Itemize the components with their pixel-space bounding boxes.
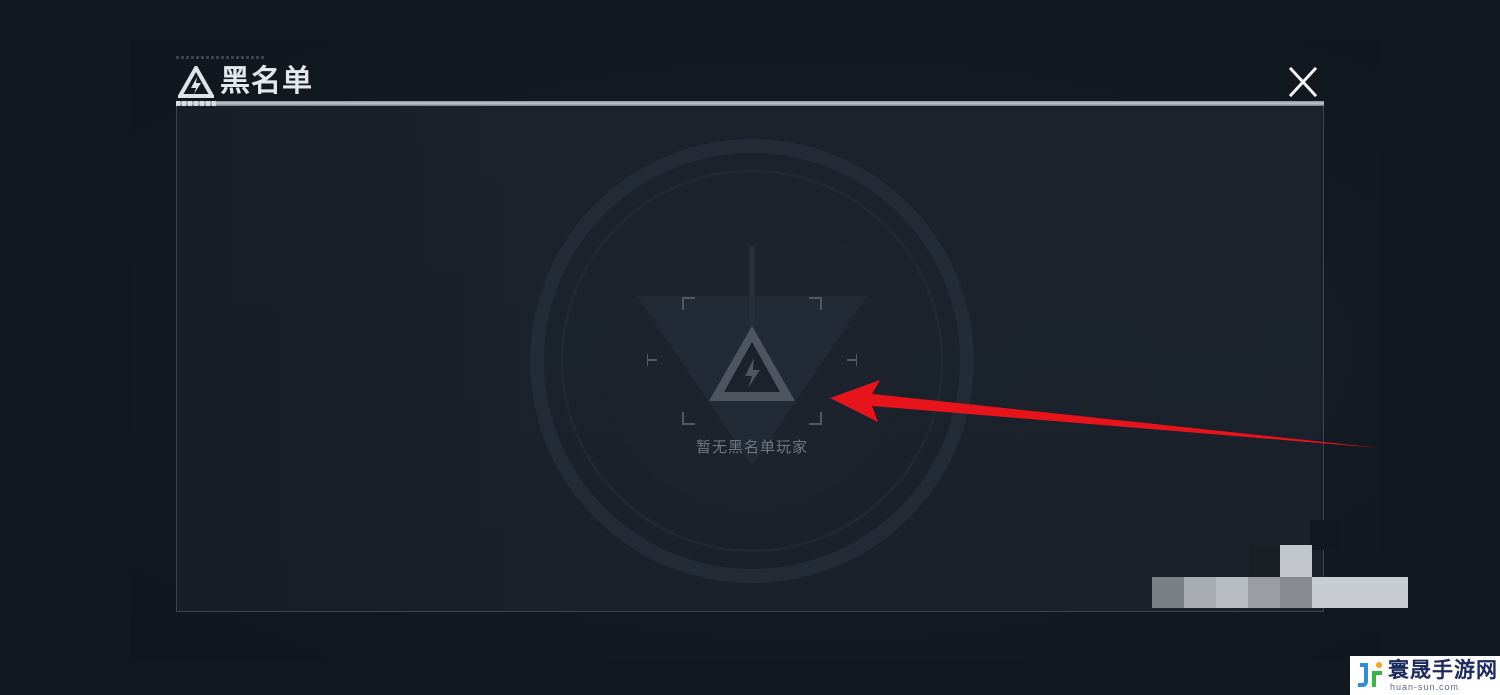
dialog-header: 黑名单 xyxy=(170,56,1330,106)
mosaic-block xyxy=(1250,545,1280,577)
mosaic-block xyxy=(1280,545,1312,577)
close-icon[interactable] xyxy=(1283,64,1323,100)
dialog-title: 黑名单 xyxy=(220,65,313,98)
mosaic-block xyxy=(1248,577,1280,608)
blacklist-panel: 暂无黑名单玩家 xyxy=(176,106,1324,612)
mosaic-block xyxy=(1216,577,1248,608)
watermark-subtitle: huan-sun.com xyxy=(1390,682,1460,692)
mosaic-block xyxy=(1152,577,1184,608)
mosaic-block xyxy=(1310,520,1340,550)
lightning-triangle-icon xyxy=(178,66,214,98)
mosaic-block xyxy=(1280,577,1312,608)
mosaic-block xyxy=(1312,577,1408,608)
site-watermark: 寰晟手游网 huan-sun.com xyxy=(1350,656,1500,695)
red-arrow-annotation xyxy=(830,380,1380,448)
header-decoration xyxy=(176,56,266,59)
panel-shade xyxy=(177,106,537,611)
watermark-title: 寰晟手游网 xyxy=(1388,657,1498,682)
watermark-logo-icon xyxy=(1358,662,1382,687)
mosaic-block xyxy=(1184,577,1216,608)
